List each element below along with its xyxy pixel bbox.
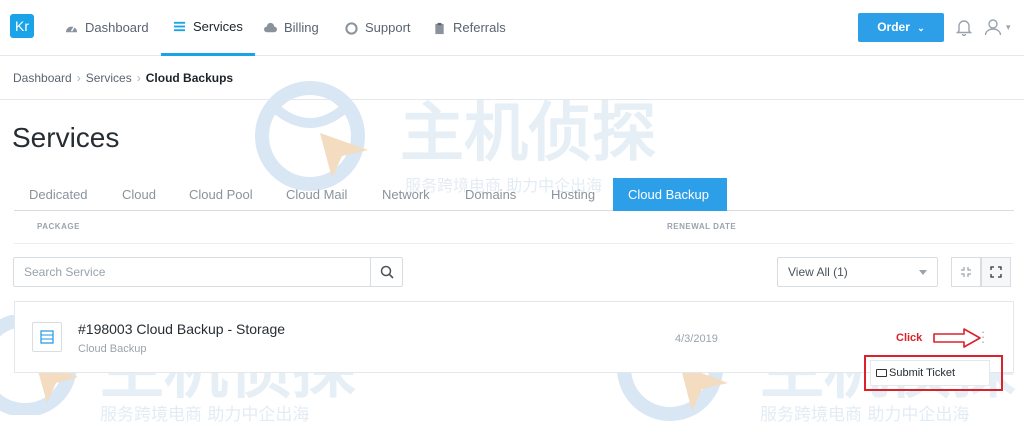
bell-icon[interactable] — [956, 18, 972, 36]
breadcrumb-separator-icon: › — [76, 71, 81, 85]
watermark-sub: 服务跨境电商 助力中企出海 — [100, 405, 310, 425]
tab-hosting[interactable]: Hosting — [536, 178, 610, 211]
view-filter-select[interactable]: View All (1) — [777, 257, 938, 287]
nav-referrals[interactable]: Referrals — [433, 0, 506, 56]
service-subtitle: Cloud Backup — [78, 343, 147, 355]
nav-dashboard-label: Dashboard — [85, 20, 149, 35]
user-icon[interactable] — [984, 18, 1002, 36]
cloud-icon — [264, 22, 277, 32]
order-button-label: Order — [877, 20, 910, 34]
brand-logo[interactable]: Kr — [10, 14, 34, 38]
highlight-box — [864, 355, 1003, 391]
nav-support[interactable]: Support — [345, 0, 411, 56]
top-navbar: Kr Dashboard Services Billing Support Re… — [0, 0, 1024, 56]
speedometer-icon — [65, 25, 78, 32]
tab-domains[interactable]: Domains — [450, 178, 531, 211]
search-input[interactable]: Search Service — [13, 257, 371, 287]
watermark-sub: 服务跨境电商 助力中企出海 — [760, 405, 970, 425]
caret-down-icon — [919, 270, 927, 275]
stack-icon — [173, 21, 186, 32]
nav-referrals-label: Referrals — [453, 20, 506, 35]
search-button[interactable] — [370, 257, 403, 287]
tab-cloud-backup[interactable]: Cloud Backup — [613, 178, 727, 211]
tab-cloud-pool[interactable]: Cloud Pool — [174, 178, 268, 211]
nav-dashboard[interactable]: Dashboard — [65, 0, 149, 56]
page-title: Services — [12, 122, 120, 153]
user-menu-chevron-icon[interactable]: ▾ — [1006, 22, 1011, 33]
column-header-package[interactable]: PACKAGE — [37, 222, 80, 231]
compress-icon — [961, 267, 971, 277]
nav-billing-label: Billing — [284, 20, 319, 35]
compact-view-button[interactable] — [951, 257, 981, 287]
view-filter-value: View All (1) — [788, 265, 848, 279]
service-title[interactable]: #198003 Cloud Backup - Storage — [78, 321, 285, 337]
search-icon — [380, 265, 394, 279]
column-header-renewal-date[interactable]: RENEWAL DATE — [667, 222, 736, 231]
nav-support-label: Support — [365, 20, 411, 35]
click-annotation: Click — [896, 332, 923, 344]
nav-billing[interactable]: Billing — [264, 0, 319, 56]
clipboard-icon — [435, 22, 444, 34]
divider — [14, 243, 1014, 244]
service-renewal-date: 4/3/2019 — [675, 333, 718, 345]
expand-icon — [990, 266, 1002, 278]
lifebuoy-icon — [345, 21, 358, 35]
tab-network[interactable]: Network — [367, 178, 445, 211]
tab-cloud-mail[interactable]: Cloud Mail — [271, 178, 362, 211]
tab-cloud[interactable]: Cloud — [107, 178, 171, 211]
breadcrumb-services[interactable]: Services — [86, 71, 132, 85]
chevron-down-icon: ⌄ — [917, 23, 925, 33]
server-icon — [40, 330, 54, 344]
expanded-view-button[interactable] — [981, 257, 1011, 287]
breadcrumb-separator-icon: › — [136, 71, 141, 85]
service-tabs: Dedicated Cloud Cloud Pool Cloud Mail Ne… — [14, 178, 1014, 211]
arrow-right-icon — [933, 328, 981, 348]
order-button[interactable]: Order ⌄ — [858, 13, 944, 42]
breadcrumb-current: Cloud Backups — [145, 71, 234, 85]
storage-icon — [32, 322, 62, 352]
tab-dedicated[interactable]: Dedicated — [14, 178, 103, 211]
breadcrumb: Dashboard › Services › Cloud Backups — [0, 57, 1024, 100]
nav-services-label: Services — [193, 18, 243, 34]
breadcrumb-dashboard[interactable]: Dashboard — [13, 71, 72, 85]
nav-services[interactable]: Services — [161, 0, 255, 56]
